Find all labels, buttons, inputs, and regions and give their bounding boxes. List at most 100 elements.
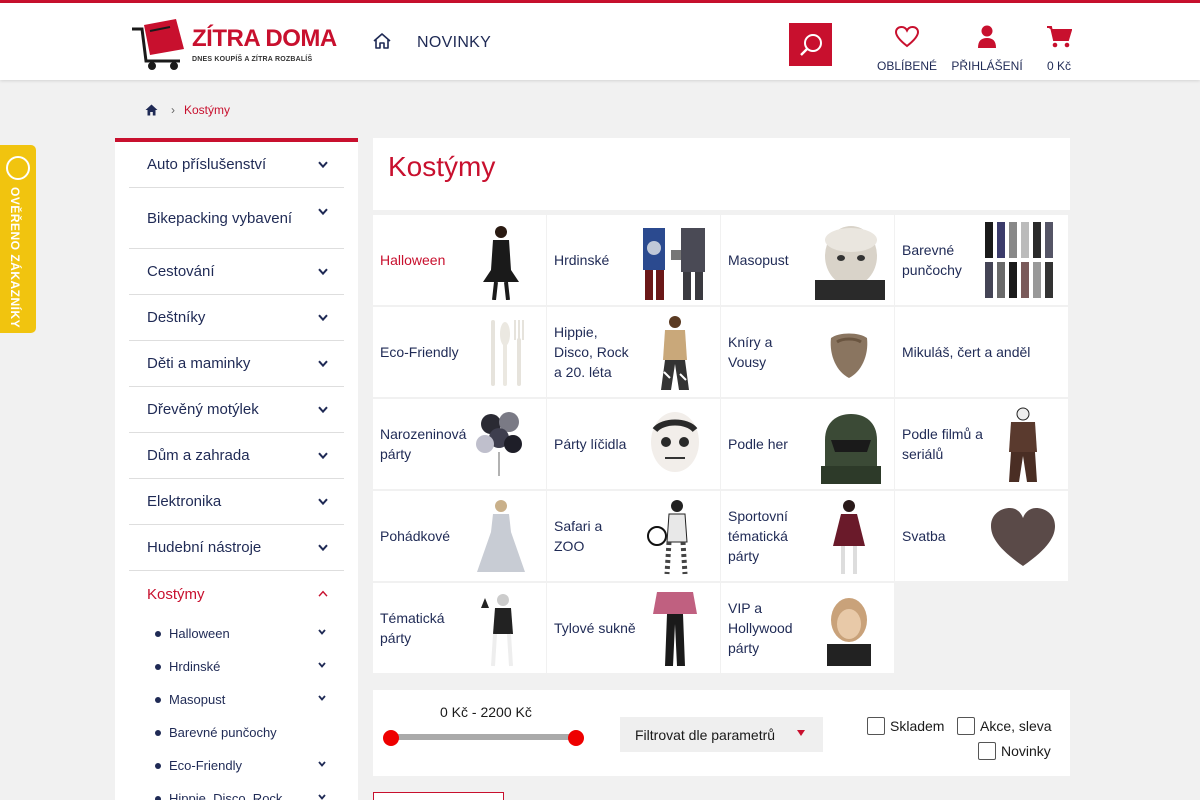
- login-link[interactable]: PŘIHLÁŠENÍ: [948, 24, 1026, 73]
- balloons-photo: [476, 412, 522, 476]
- price-max-handle[interactable]: [568, 730, 584, 746]
- tile-licidla[interactable]: Párty líčidla: [547, 399, 720, 489]
- chevron-down-icon[interactable]: [318, 497, 328, 505]
- sidebar-item-destniky[interactable]: Deštníky: [129, 295, 344, 341]
- subcategory-label: Barevné punčochy: [169, 725, 277, 740]
- chevron-down-icon[interactable]: [318, 267, 328, 275]
- sidebar-item-cestovani[interactable]: Cestování: [129, 249, 344, 295]
- tile-sportovni[interactable]: Sportovní tématická párty: [721, 491, 894, 581]
- new-checkbox[interactable]: Novinky: [978, 742, 1051, 760]
- chevron-down-icon[interactable]: [318, 451, 328, 459]
- beard-photo: [830, 333, 868, 378]
- tile-label: Kníry a Vousy: [728, 334, 773, 370]
- sidebar-item-hudebni[interactable]: Hudební nástroje: [129, 525, 344, 571]
- tile-hrdinske[interactable]: Hrdinské: [547, 215, 720, 305]
- tile-tylove-sukne[interactable]: Tylové sukně: [547, 583, 720, 673]
- chevron-down-icon[interactable]: [318, 359, 328, 367]
- heart-balloon-photo: [991, 508, 1055, 566]
- subcategory-hippie[interactable]: Hippie, Disco, Rock: [155, 782, 358, 800]
- tile-label: Mikuláš, čert a anděl: [902, 344, 1031, 360]
- subcategory-eco[interactable]: Eco-Friendly: [155, 749, 358, 782]
- chevron-down-icon[interactable]: [318, 160, 328, 168]
- subcategory-halloween[interactable]: Halloween: [155, 617, 358, 650]
- chevron-up-icon[interactable]: [318, 590, 328, 597]
- checkbox-box[interactable]: [978, 742, 996, 760]
- chevron-down-icon[interactable]: [318, 629, 326, 635]
- verified-reviews-badge[interactable]: OVĚŘENO ZÁKAZNÍKY: [0, 145, 36, 333]
- logo[interactable]: ZÍTRA DOMA DNES KOUPÍŠ A ZÍTRA ROZBALÍŠ: [130, 19, 337, 71]
- helmet-photo: [821, 414, 881, 484]
- chevron-down-icon[interactable]: [318, 794, 326, 800]
- cutlery-photo: [491, 320, 524, 386]
- chevron-down-icon[interactable]: [318, 695, 326, 701]
- checkbox-box[interactable]: [867, 717, 885, 735]
- filter-params-dropdown[interactable]: Filtrovat dle parametrů: [620, 717, 823, 752]
- sale-label: Akce, sleva: [980, 718, 1052, 734]
- chevron-right-icon: ›: [171, 103, 175, 117]
- filter-bar: 0 Kč - 2200 Kč Filtrovat dle parametrů S…: [373, 690, 1070, 776]
- sidebar-item-elektronika[interactable]: Elektronika: [129, 479, 344, 525]
- tile-label: Tématická párty: [380, 610, 445, 646]
- chevron-down-icon[interactable]: [318, 662, 326, 668]
- tile-label: Eco-Friendly: [380, 344, 459, 360]
- checkbox-box[interactable]: [957, 717, 975, 735]
- subcategory-puncochy[interactable]: Barevné punčochy: [155, 716, 358, 749]
- tile-puncochy[interactable]: Barevné punčochy: [895, 215, 1068, 305]
- filter-dropdown-label: Filtrovat dle parametrů: [635, 726, 776, 743]
- bullet: [155, 762, 161, 769]
- home-icon[interactable]: [145, 104, 158, 116]
- in-stock-checkbox[interactable]: Skladem: [867, 717, 944, 735]
- tile-filmy-serialy[interactable]: Podle filmů a seriálů: [895, 399, 1068, 489]
- sidebar-item-label: Cestování: [147, 263, 215, 280]
- tile-halloween[interactable]: Halloween: [373, 215, 546, 305]
- tile-tematicka[interactable]: Tématická párty: [373, 583, 546, 673]
- subcategory-label: Masopust: [169, 692, 226, 707]
- tile-label: Tylové sukně: [554, 620, 636, 636]
- subcategory-masopust[interactable]: Masopust: [155, 683, 358, 716]
- sidebar-item-deti[interactable]: Děti a maminky: [129, 341, 344, 387]
- sidebar-item-auto[interactable]: Auto příslušenství: [129, 142, 344, 188]
- tile-label: Hrdinské: [554, 252, 610, 268]
- chevron-down-icon[interactable]: [318, 313, 328, 321]
- sidebar-item-motylek[interactable]: Dřevěný motýlek: [129, 387, 344, 433]
- new-label: Novinky: [1001, 743, 1051, 759]
- breadcrumb-current[interactable]: Kostýmy: [184, 103, 230, 117]
- sidebar-item-label: Kostýmy: [147, 585, 205, 603]
- tile-narozeniny[interactable]: Narozeninová párty: [373, 399, 546, 489]
- favorites-link[interactable]: OBLÍBENÉ: [872, 24, 942, 73]
- tile-svatba[interactable]: Svatba: [895, 491, 1068, 581]
- tile-eco-friendly[interactable]: Eco-Friendly: [373, 307, 546, 397]
- price-min-handle[interactable]: [383, 730, 399, 746]
- badge-text: OVĚŘENO ZÁKAZNÍKY: [8, 187, 22, 329]
- chevron-down-icon[interactable]: [318, 543, 328, 551]
- sidebar-item-kostymy[interactable]: Kostýmy: [129, 571, 344, 617]
- tile-label: Sportovní tématická párty: [728, 508, 788, 564]
- facepaint-photo: [651, 412, 699, 472]
- search-button[interactable]: [789, 23, 832, 66]
- chevron-down-icon[interactable]: [318, 405, 328, 413]
- subcategory-hrdinske[interactable]: Hrdinské: [155, 650, 358, 683]
- price-slider-track[interactable]: [391, 734, 576, 740]
- nav-news-link[interactable]: NOVINKY: [417, 34, 491, 52]
- tile-vip-hollywood[interactable]: VIP a Hollywood párty: [721, 583, 894, 673]
- home-icon[interactable]: [372, 32, 392, 50]
- search-icon: [799, 33, 822, 56]
- tile-masopust[interactable]: Masopust: [721, 215, 894, 305]
- tile-podle-her[interactable]: Podle her: [721, 399, 894, 489]
- sidebar-item-bikepacking[interactable]: Bikepacking vybavení: [129, 188, 344, 249]
- chevron-down-icon[interactable]: [318, 761, 326, 767]
- tile-mikulas[interactable]: Mikuláš, čert a anděl: [895, 307, 1068, 397]
- sort-button[interactable]: [373, 792, 504, 800]
- category-grid: Halloween Hrdinské Masopust Barevné punč…: [373, 215, 1070, 673]
- tile-hippie[interactable]: Hippie, Disco, Rock a 20. léta: [547, 307, 720, 397]
- sidebar-item-label: Auto příslušenství: [147, 156, 267, 173]
- chevron-down-icon[interactable]: [318, 208, 328, 216]
- tile-kniry[interactable]: Kníry a Vousy: [721, 307, 894, 397]
- sidebar-item-dum[interactable]: Dům a zahrada: [129, 433, 344, 479]
- page-title-box: Kostýmy: [373, 138, 1070, 210]
- tile-safari[interactable]: Safari a ZOO: [547, 491, 720, 581]
- tile-pohadkove[interactable]: Pohádkové: [373, 491, 546, 581]
- cart-link[interactable]: 0 Kč: [1040, 24, 1078, 73]
- user-icon: [978, 25, 996, 48]
- sale-checkbox[interactable]: Akce, sleva: [957, 717, 1052, 735]
